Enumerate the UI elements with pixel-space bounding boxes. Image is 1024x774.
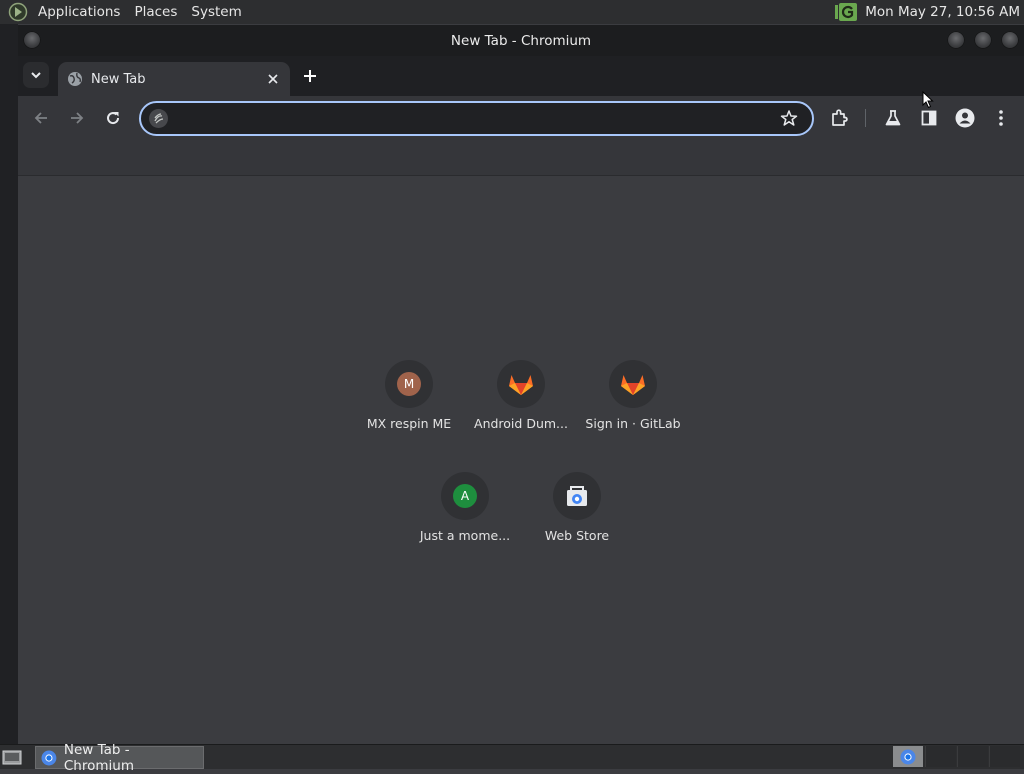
chromium-search-icon: [154, 113, 164, 124]
shortcut-tile[interactable]: Sign in · GitLab: [578, 352, 688, 452]
shortcut-tile[interactable]: Web Store: [522, 464, 632, 564]
new-tab-page: M MX respin ME Android Dum... Sign in · …: [18, 176, 1024, 743]
tab-search-button[interactable]: [23, 62, 49, 88]
taskbar-button-label: New Tab - Chromium: [63, 741, 134, 774]
shortcut-tile[interactable]: Android Dum...: [466, 352, 576, 452]
experiments-button[interactable]: [881, 106, 905, 130]
workspace-2[interactable]: [925, 746, 956, 767]
taskbar-button-chromium[interactable]: New Tab - Chromium: [35, 742, 204, 774]
site-info-icon[interactable]: [149, 109, 168, 128]
chromium-icon: [900, 749, 916, 764]
gpg-indicator-icon[interactable]: [835, 3, 858, 21]
browser-window: New Tab - Chromium New Tab M MX respin M…: [18, 25, 1024, 743]
tab-strip: New Tab: [18, 56, 1024, 96]
places-menu[interactable]: Places: [127, 0, 184, 24]
forward-button[interactable]: [65, 106, 89, 130]
close-icon[interactable]: [265, 71, 281, 87]
shortcut-label: Android Dum...: [474, 416, 568, 431]
minimize-button[interactable]: [947, 31, 965, 49]
top-panel: Applications Places System Mon May 27, 1…: [0, 0, 1024, 24]
show-desktop-icon[interactable]: [2, 748, 22, 766]
mouse-pointer-icon: [922, 91, 934, 109]
window-menu-button[interactable]: [23, 31, 41, 49]
account-icon: [955, 108, 975, 128]
desktop-edge: [0, 24, 18, 744]
panel-tray: Mon May 27, 10:56 AM: [835, 0, 1020, 24]
chromium-icon: [41, 750, 57, 765]
address-input[interactable]: [177, 106, 771, 132]
system-menu[interactable]: System: [184, 0, 248, 24]
puzzle-icon: [832, 109, 848, 126]
tab-new-tab[interactable]: New Tab: [58, 62, 290, 96]
side-panel-icon: [921, 110, 937, 126]
reload-icon: [107, 112, 120, 125]
shortcut-tile[interactable]: A Just a mome...: [410, 464, 520, 564]
gitlab-icon: [621, 375, 645, 395]
maximize-button[interactable]: [974, 31, 992, 49]
panel-menu-bar: Applications Places System: [0, 0, 249, 24]
menu-button[interactable]: [989, 106, 1013, 130]
shortcut-icon-circle: [497, 360, 545, 408]
new-tab-button[interactable]: [302, 68, 318, 84]
reload-button[interactable]: [101, 106, 125, 130]
bookmarks-bar: [18, 140, 1024, 176]
window-titlebar[interactable]: New Tab - Chromium: [18, 25, 1024, 56]
back-button[interactable]: [29, 106, 53, 130]
more-vert-icon: [999, 110, 1003, 126]
profile-button[interactable]: [953, 106, 977, 130]
letter-avatar-icon: A: [453, 484, 477, 508]
gitlab-icon: [509, 375, 533, 395]
bottom-panel: New Tab - Chromium: [0, 742, 1024, 774]
bookmark-star-icon[interactable]: [780, 109, 798, 127]
applications-menu[interactable]: Applications: [31, 0, 127, 24]
shortcut-tile[interactable]: M MX respin ME: [354, 352, 464, 452]
extensions-button[interactable]: [827, 106, 851, 130]
clock[interactable]: Mon May 27, 10:56 AM: [865, 4, 1020, 20]
address-bar[interactable]: [139, 101, 814, 136]
chevron-down-icon: [31, 72, 41, 79]
shortcut-label: Sign in · GitLab: [585, 416, 681, 431]
shortcut-icon-circle: A: [441, 472, 489, 520]
workspace-1[interactable]: [893, 746, 923, 767]
mx-linux-logo-icon[interactable]: [8, 2, 28, 22]
flask-icon: [885, 110, 901, 126]
workspace-4[interactable]: [989, 746, 1020, 767]
toolbar-separator: [865, 109, 866, 127]
side-panel-button[interactable]: [917, 106, 941, 130]
shortcut-icon-circle: M: [385, 360, 433, 408]
shortcut-icon-circle: [553, 472, 601, 520]
globe-icon: [68, 72, 82, 86]
shortcut-label: MX respin ME: [366, 416, 452, 431]
shortcut-label: Web Store: [544, 528, 610, 543]
arrow-right-icon: [71, 112, 84, 124]
close-window-button[interactable]: [1001, 31, 1019, 49]
shortcut-icon-circle: [609, 360, 657, 408]
tab-title: New Tab: [91, 71, 146, 87]
workspace-3[interactable]: [957, 746, 988, 767]
window-title: New Tab - Chromium: [450, 32, 592, 49]
arrow-left-icon: [34, 112, 47, 124]
letter-avatar-icon: M: [397, 372, 421, 396]
shortcut-label: Just a mome...: [419, 528, 511, 543]
browser-toolbar: [18, 96, 1024, 140]
web-store-icon: [567, 486, 587, 506]
